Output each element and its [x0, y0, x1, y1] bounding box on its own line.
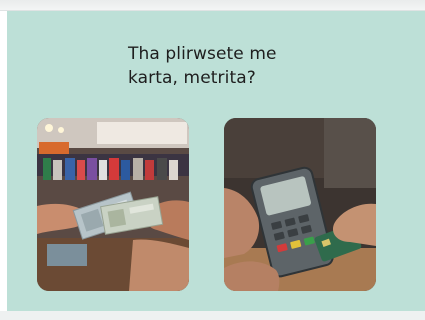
card-payment-photo-icon — [224, 118, 376, 291]
question-text: Tha plirwsete me karta, metrita? — [128, 42, 368, 90]
cash-option[interactable] — [37, 118, 189, 291]
question-line-2: karta, metrita? — [128, 68, 256, 88]
screen: Tha plirwsete me karta, metrita? — [0, 0, 425, 320]
bottom-strip — [0, 311, 425, 320]
card-option[interactable] — [224, 118, 376, 291]
question-line-1: Tha plirwsete me — [128, 44, 277, 64]
cash-payment-photo-icon — [37, 118, 189, 291]
top-strip — [0, 0, 425, 11]
